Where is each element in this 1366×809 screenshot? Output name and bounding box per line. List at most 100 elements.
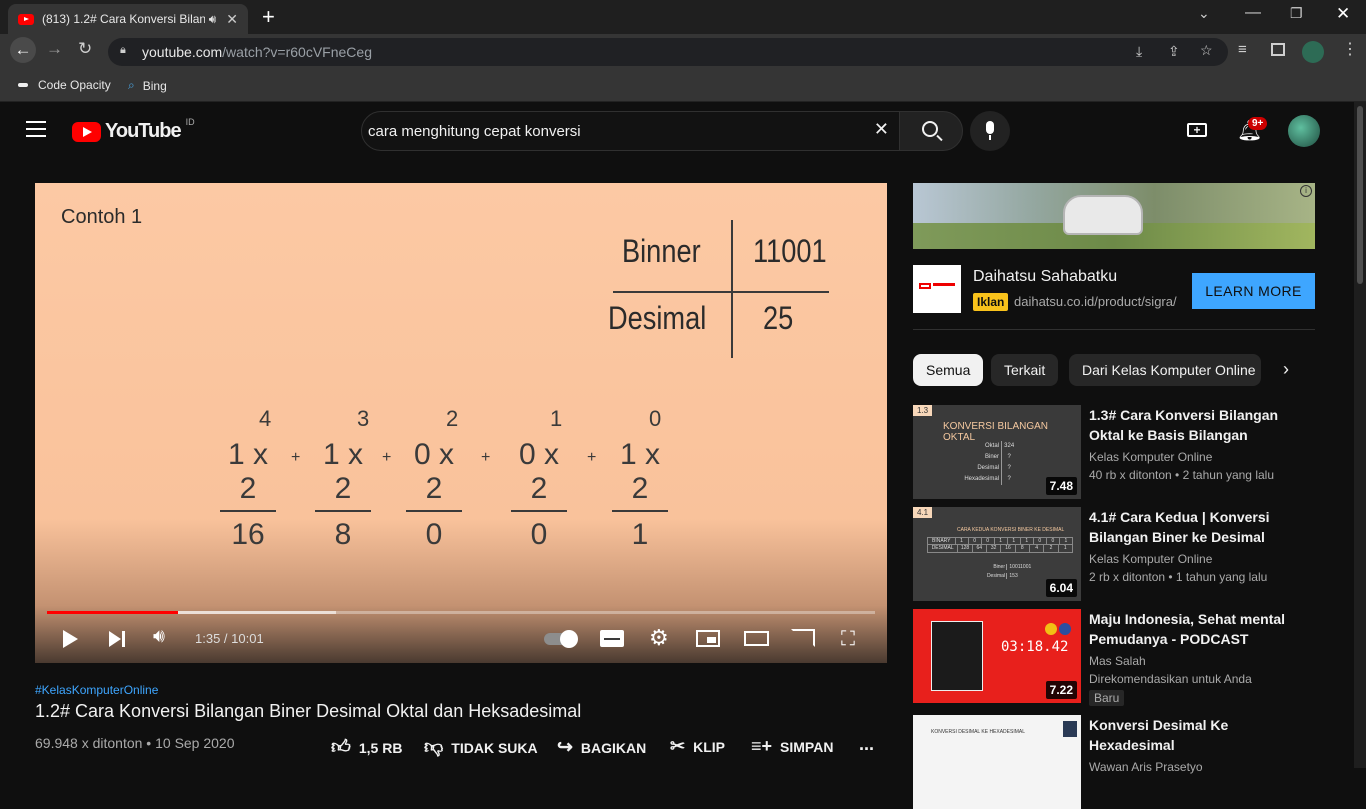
recommended-video[interactable]: KONVERSI DESIMAL KE HEXADESIMAL Konversi… (913, 715, 1315, 809)
recommended-video[interactable]: 03:18.42 7.22 Maju Indonesia, Sehat ment… (913, 609, 1315, 706)
slide-plus-sign: + (382, 449, 392, 466)
channel-name[interactable]: Kelas Komputer Online (1089, 450, 1212, 464)
play-icon[interactable] (63, 630, 78, 648)
ad-banner-image[interactable]: i (913, 183, 1315, 249)
cast-icon[interactable] (791, 629, 815, 647)
next-video-icon[interactable] (109, 631, 121, 647)
minimize-icon[interactable]: — (1245, 4, 1261, 22)
profile-avatar-icon[interactable] (1302, 41, 1324, 63)
search-button[interactable] (899, 111, 963, 151)
restore-icon[interactable]: ❐ (1290, 5, 1303, 22)
clear-search-icon[interactable]: ✕ (874, 119, 889, 140)
kebab-menu-icon[interactable]: ⋮ (1342, 39, 1358, 59)
ad-url[interactable]: daihatsu.co.id/product/sigra/ (1014, 294, 1177, 309)
lock-icon: 🔒︎ (120, 44, 126, 56)
channel-name[interactable]: Wawan Aris Prasetyo (1089, 760, 1203, 774)
video-thumbnail[interactable]: KONVERSI DESIMAL KE HEXADESIMAL (913, 715, 1081, 809)
video-title[interactable]: Konversi Desimal Ke Hexadesimal (1089, 715, 1289, 755)
chevron-down-icon[interactable]: ⌄ (1198, 5, 1210, 22)
account-avatar[interactable] (1288, 115, 1320, 147)
dislike-button[interactable]: 👎︎ TIDAK SUKA (424, 736, 538, 759)
slide-term: 1 x 2 8 (315, 438, 371, 552)
more-actions-button[interactable]: ... (859, 734, 874, 755)
fullscreen-icon[interactable]: ⛶ (841, 628, 855, 651)
video-progress-bar[interactable] (47, 611, 875, 614)
recommended-video[interactable]: 4.1 CARA KEDUA KONVERSI BINER KE DESIMAL… (913, 507, 1315, 601)
slide-term-expression: 0 x 2 (406, 438, 462, 512)
ad-car-image (1063, 195, 1143, 235)
slide-exponent: 4 (259, 406, 272, 431)
close-tab-icon[interactable]: ✕ (226, 11, 238, 28)
settings-gear-icon[interactable]: ⚙ (649, 625, 669, 651)
video-duration: 6.04 (1045, 579, 1077, 597)
thumbnail-logo-icon (1045, 623, 1057, 635)
autoplay-toggle[interactable] (544, 630, 578, 648)
ad-title[interactable]: Daihatsu Sahabatku (973, 268, 1117, 286)
scrollbar-thumb[interactable] (1357, 106, 1363, 284)
thumbnail-grid-cell: 64 (971, 545, 986, 552)
back-icon[interactable]: ← (10, 37, 36, 63)
thumbnail-badge: 4.1 (913, 507, 933, 518)
chip-dari-kelas-komputer-online[interactable]: Dari Kelas Komputer Online (1069, 354, 1261, 386)
side-panel-icon[interactable] (1271, 43, 1285, 56)
video-meta: 2 rb x ditonton • 1 tahun yang lalu (1089, 570, 1268, 584)
slide-term: 0 x 2 0 (511, 438, 567, 552)
page-scrollbar[interactable] (1354, 102, 1366, 768)
channel-name[interactable]: Kelas Komputer Online (1089, 552, 1212, 566)
bookmarks-bar: Code Opacity ⌕ Bing (0, 70, 1366, 102)
video-title[interactable]: 4.1# Cara Kedua | Konversi Bilangan Bine… (1089, 507, 1289, 547)
subtitles-icon[interactable] (600, 630, 624, 647)
volume-icon[interactable]: 🔊︎ (153, 626, 165, 648)
install-app-icon[interactable]: ⤓ (1136, 43, 1142, 60)
video-title[interactable]: 1.3# Cara Konversi Bilangan Oktal ke Bas… (1089, 405, 1289, 445)
chip-semua[interactable]: Semua (913, 354, 984, 386)
chevron-right-icon[interactable]: › (1283, 359, 1289, 380)
slide-term-result: 1 (631, 518, 649, 551)
browser-tab-active[interactable]: (813) 1.2# Cara Konversi Bilan 🔊︎ ✕ (8, 4, 248, 34)
media-queue-icon[interactable]: ≡ (1238, 41, 1247, 58)
speaker-icon[interactable]: 🔊︎ (209, 12, 217, 27)
youtube-logo[interactable]: YouTube ID (72, 117, 195, 143)
learn-more-button[interactable]: LEARN MORE (1192, 273, 1315, 309)
chip-terkait[interactable]: Terkait (991, 354, 1059, 386)
like-button[interactable]: 👍︎ 1,5 RB (331, 736, 402, 759)
video-hashtag[interactable]: #KelasKomputerOnline (35, 683, 158, 697)
theater-mode-icon[interactable] (744, 631, 769, 646)
share-page-icon[interactable]: ⇪ (1168, 43, 1180, 60)
slide-term-expression: 1 x 2 (220, 438, 276, 512)
video-stats: 69.948 x ditonton • 10 Sep 2020 (35, 735, 235, 751)
video-title[interactable]: Maju Indonesia, Sehat mental Pemudanya -… (1089, 609, 1289, 649)
video-player[interactable]: Contoh 1 Binner 11001 Desimal 25 4 3 2 1… (35, 183, 887, 663)
miniplayer-icon[interactable] (696, 630, 720, 647)
thumbnail-grid-cell: 1 (954, 538, 968, 544)
channel-name[interactable]: Mas Salah (1089, 654, 1146, 668)
divider (913, 329, 1315, 330)
save-button[interactable]: ≡+ SIMPAN (751, 736, 833, 757)
dislike-label: TIDAK SUKA (451, 739, 538, 756)
bookmark-bing[interactable]: ⌕ Bing (128, 78, 167, 93)
recommended-video[interactable]: 1.3 KONVERSI BILANGAN OKTAL Oktal 324 Bi… (913, 405, 1315, 499)
thumbnail-grid-cell: 8 (1014, 545, 1029, 552)
bookmark-star-icon[interactable]: ☆ (1200, 42, 1213, 59)
search-icon (922, 121, 938, 137)
video-thumbnail[interactable]: 4.1 CARA KEDUA KONVERSI BINER KE DESIMAL… (913, 507, 1081, 601)
new-tab-icon[interactable]: + (262, 4, 275, 30)
thumbnail-logo-icon (1059, 623, 1071, 635)
forward-icon[interactable]: → (46, 39, 63, 59)
close-window-icon[interactable]: ✕ (1336, 4, 1350, 24)
share-button[interactable]: ↪ BAGIKAN (557, 736, 646, 759)
slide-table-vertical-line (731, 220, 733, 358)
reload-icon[interactable]: ↻ (78, 39, 92, 59)
hamburger-menu-icon[interactable] (26, 121, 46, 137)
search-input[interactable]: cara menghitung cepat konversi ✕ (361, 111, 900, 151)
create-video-icon[interactable]: + (1187, 123, 1207, 137)
advertiser-logo[interactable] (913, 265, 961, 313)
clip-button[interactable]: ✂ KLIP (670, 736, 725, 757)
bookmark-code-opacity[interactable]: Code Opacity (16, 78, 111, 92)
video-thumbnail[interactable]: 1.3 KONVERSI BILANGAN OKTAL Oktal 324 Bi… (913, 405, 1081, 499)
url-field[interactable]: 🔒︎ youtube.com/watch?v=r60cVFneCeg ⤓ ⇪ ☆ (108, 38, 1228, 66)
voice-search-button[interactable] (970, 111, 1010, 151)
ad-info-icon[interactable]: i (1300, 185, 1312, 197)
video-meta: Direkomendasikan untuk Anda (1089, 672, 1252, 686)
video-thumbnail[interactable]: 03:18.42 7.22 (913, 609, 1081, 703)
